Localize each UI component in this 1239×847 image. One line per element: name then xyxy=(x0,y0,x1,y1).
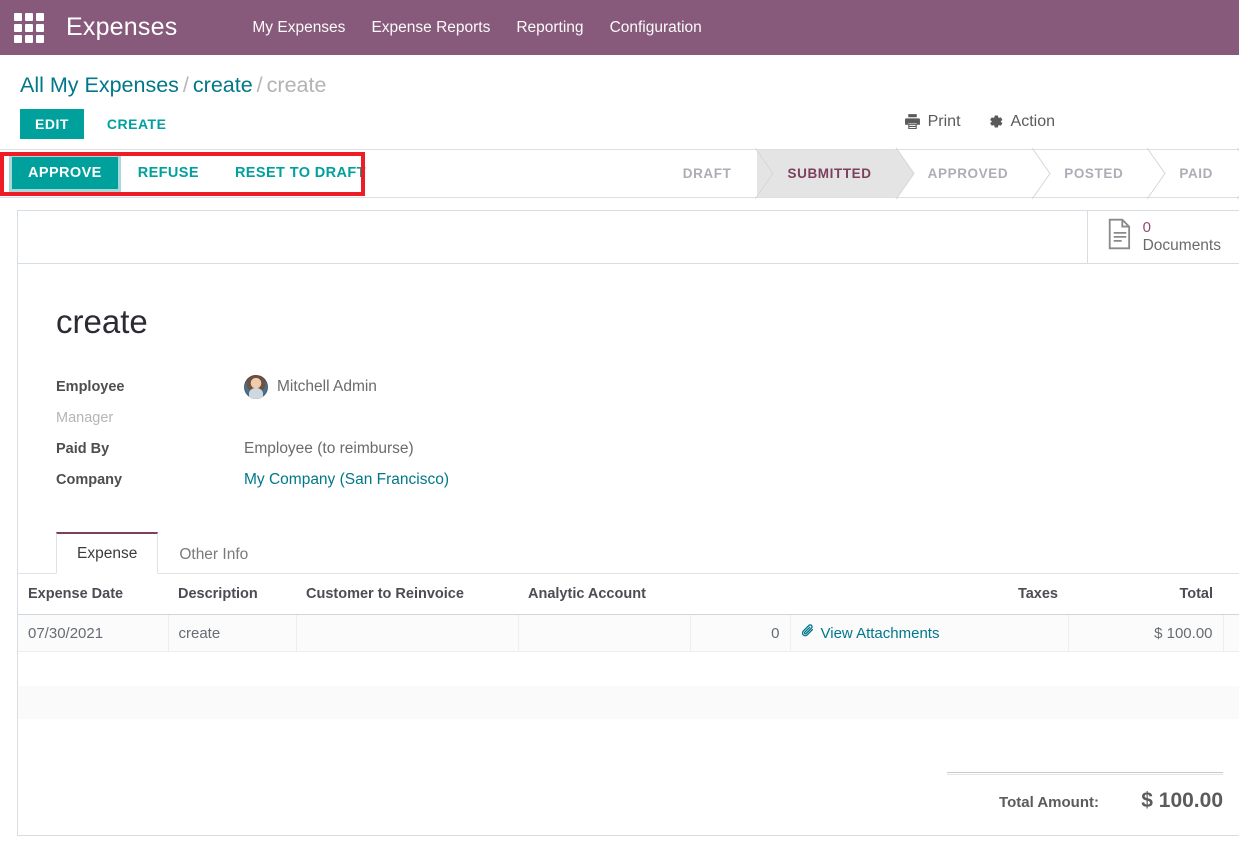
menu-item-configuration[interactable]: Configuration xyxy=(597,13,715,43)
stat-button-box: 0 Documents xyxy=(18,210,1239,264)
empty-cell xyxy=(18,719,1239,754)
table-row-empty xyxy=(18,651,1239,686)
stage-posted[interactable]: POSTED xyxy=(1034,150,1149,197)
workflow-buttons: APPROVE REFUSE RESET TO DRAFT xyxy=(0,150,382,197)
form-sheet-body: create Employee Mitchell Admin Manager P… xyxy=(18,264,1239,495)
totals-divider xyxy=(947,772,1223,776)
total-amount-row: Total Amount: $ 100.00 xyxy=(947,789,1223,813)
paperclip-icon xyxy=(801,624,815,642)
print-label: Print xyxy=(927,112,961,130)
expense-lines-table: Expense Date Description Customer to Rei… xyxy=(18,574,1239,754)
avatar xyxy=(244,375,268,400)
column-attachments xyxy=(690,574,790,616)
cell-analytic-account[interactable] xyxy=(518,614,691,653)
field-value-paid-by[interactable]: Employee (to reimburse) xyxy=(244,440,414,458)
table-row-empty xyxy=(18,719,1239,754)
table-row[interactable]: 07/30/2021 create 0 View Attachments $ 1… xyxy=(18,614,1239,653)
print-dropdown[interactable]: Print xyxy=(904,113,961,131)
employee-name: Mitchell Admin xyxy=(277,378,377,396)
column-options[interactable]: ⋮ xyxy=(1223,574,1239,616)
breadcrumb-current: create xyxy=(266,73,327,97)
tab-expense[interactable]: Expense xyxy=(56,532,159,575)
tab-other-info[interactable]: Other Info xyxy=(158,534,269,574)
form-fields: Employee Mitchell Admin Manager Paid By … xyxy=(56,372,1199,495)
status-pipeline: DRAFT SUBMITTED APPROVED POSTED PAID xyxy=(661,149,1239,197)
field-label-manager: Manager xyxy=(56,410,114,427)
menu-item-expense-reports[interactable]: Expense Reports xyxy=(358,13,503,43)
field-row-employee: Employee Mitchell Admin xyxy=(56,372,1199,402)
menu-item-reporting[interactable]: Reporting xyxy=(503,13,596,43)
cell-attachments[interactable]: View Attachments xyxy=(790,614,1069,653)
total-amount-value: $ 100.00 xyxy=(1141,789,1223,813)
apps-grid-icon[interactable] xyxy=(14,12,44,43)
column-total[interactable]: Total xyxy=(1068,574,1223,616)
main-menu: My Expenses Expense Reports Reporting Co… xyxy=(239,13,714,43)
cell-customer-to-reinvoice[interactable] xyxy=(296,614,519,653)
field-label-company: Company xyxy=(56,472,123,489)
cell-expense-date[interactable]: 07/30/2021 xyxy=(18,614,169,653)
refuse-button[interactable]: REFUSE xyxy=(122,157,215,189)
field-value-employee[interactable]: Mitchell Admin xyxy=(244,375,377,400)
notebook-tabs: Expense Other Info xyxy=(18,531,1239,575)
stage-submitted[interactable]: SUBMITTED xyxy=(757,149,898,197)
total-amount-label: Total Amount: xyxy=(999,794,1099,812)
cell-description[interactable]: create xyxy=(168,614,297,653)
documents-stat-text: 0 Documents xyxy=(1143,220,1221,254)
form-sheet: 0 Documents create Employee Mitchell Adm… xyxy=(17,209,1239,837)
view-attachments-link[interactable]: View Attachments xyxy=(801,624,940,642)
cell-total[interactable]: $ 100.00 xyxy=(1068,614,1224,653)
field-label-paid-by: Paid By xyxy=(56,441,110,458)
totals-section: Total Amount: $ 100.00 xyxy=(18,754,1239,835)
control-panel-actions: EDIT CREATE Print Action xyxy=(0,105,1239,149)
form-sheet-wrapper: 0 Documents create Employee Mitchell Adm… xyxy=(0,197,1239,846)
create-button[interactable]: CREATE xyxy=(92,109,182,139)
documents-label: Documents xyxy=(1142,236,1221,254)
breadcrumb: All My Expenses / create / create xyxy=(0,55,1239,105)
cell-attachment-count: 0 xyxy=(690,614,791,653)
menu-item-my-expenses[interactable]: My Expenses xyxy=(239,13,358,43)
reset-to-draft-button[interactable]: RESET TO DRAFT xyxy=(219,157,382,189)
table-header-row: Expense Date Description Customer to Rei… xyxy=(18,574,1239,616)
empty-cell xyxy=(18,685,1239,720)
field-row-paid-by: Paid By Employee (to reimburse) xyxy=(56,434,1199,464)
action-dropdown[interactable]: Action xyxy=(987,113,1055,131)
gear-icon xyxy=(987,113,1004,130)
top-navbar: Expenses My Expenses Expense Reports Rep… xyxy=(0,0,1239,55)
cell-options xyxy=(1223,614,1239,653)
column-description[interactable]: Description xyxy=(168,574,296,616)
column-taxes[interactable]: Taxes xyxy=(790,574,1068,616)
breadcrumb-parent[interactable]: create xyxy=(193,73,253,97)
documents-count: 0 xyxy=(1142,219,1151,237)
field-row-manager: Manager xyxy=(56,403,1199,433)
approve-button[interactable]: APPROVE xyxy=(9,154,121,193)
view-attachments-label: View Attachments xyxy=(820,624,940,642)
column-customer-to-reinvoice[interactable]: Customer to Reinvoice xyxy=(296,574,518,616)
page-title: create xyxy=(56,302,148,340)
vertical-dots-icon[interactable]: ⋮ xyxy=(1233,586,1239,603)
column-expense-date[interactable]: Expense Date xyxy=(18,574,168,616)
action-label: Action xyxy=(1010,112,1055,130)
documents-stat-button[interactable]: 0 Documents xyxy=(1086,210,1239,263)
field-value-company[interactable]: My Company (San Francisco) xyxy=(244,471,449,489)
app-brand-title[interactable]: Expenses xyxy=(66,13,177,42)
column-analytic-account[interactable]: Analytic Account xyxy=(518,574,690,616)
breadcrumb-root[interactable]: All My Expenses xyxy=(20,73,179,97)
empty-cell xyxy=(18,651,1239,686)
control-panel-dropdowns: Print Action xyxy=(904,113,1055,131)
document-icon xyxy=(1106,218,1134,255)
field-row-company: Company My Company (San Francisco) xyxy=(56,465,1199,495)
control-panel: All My Expenses / create / create EDIT CREAT… xyxy=(0,55,1239,149)
stage-draft[interactable]: DRAFT xyxy=(661,150,758,197)
breadcrumb-separator-1: / xyxy=(182,73,189,97)
status-bar: APPROVE REFUSE RESET TO DRAFT DRAFT SUBM… xyxy=(0,148,1239,198)
printer-icon xyxy=(904,113,921,130)
table-row-empty xyxy=(18,685,1239,720)
table-body: 07/30/2021 create 0 View Attachments $ 1… xyxy=(18,614,1239,754)
totals-inner: Total Amount: $ 100.00 xyxy=(947,772,1223,813)
edit-button[interactable]: EDIT xyxy=(20,108,84,139)
field-label-employee: Employee xyxy=(56,379,125,396)
breadcrumb-separator-2: / xyxy=(256,73,263,97)
stage-approved[interactable]: APPROVED xyxy=(898,150,1035,197)
